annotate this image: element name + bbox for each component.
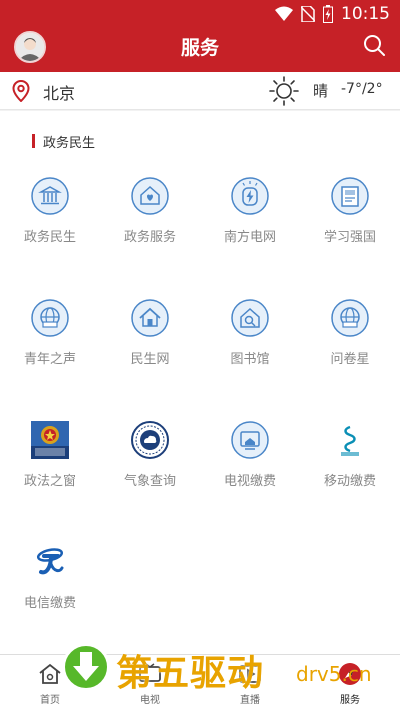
service-item-nanfang-dianwang[interactable]: 南方电网 [200,176,300,245]
service-item-qixiang-chaxun[interactable]: 气象查询 [100,420,200,489]
services-panel: 政务民生 政务民生 政务服务 南方电网 学习强国 青年之声 民生网 图书馆 问卷… [0,111,400,654]
no-sim-icon [301,6,315,22]
meteorology-logo-icon [131,421,169,459]
service-label: 电视缴费 [223,474,276,489]
nav-item-service[interactable]: 服务 [300,661,400,706]
home-icon [39,663,61,684]
section-header: 政务民生 [32,133,96,151]
service-label: 电信缴费 [23,596,76,611]
temperature-range: -7°/2° [341,81,383,97]
tv-house-icon [231,421,269,459]
service-label: 学习强国 [323,230,376,245]
service-item-zhengfa-zhichuang[interactable]: 政法之窗 [0,420,100,489]
location-pin-icon [12,80,30,102]
service-item-dianshi-jiaofei[interactable]: 电视缴费 [200,420,300,489]
library-search-icon [231,299,269,337]
service-item-zhengwu-minsheng[interactable]: 政务民生 [0,176,100,245]
nav-label: 服务 [340,695,360,706]
service-label: 图书馆 [230,352,270,367]
nav-item-tv[interactable]: 电视 [100,661,200,706]
nav-label: 首页 [40,695,60,706]
section-title: 政务民生 [43,135,96,151]
tv-icon [139,663,161,682]
globe-monitor-icon [331,299,369,337]
service-item-minsheng-wang[interactable]: 民生网 [100,298,200,367]
service-label: 移动缴费 [323,474,376,489]
service-label: 民生网 [130,352,170,367]
service-label: 政务民生 [23,230,76,245]
emblem-logo-icon [31,421,69,459]
service-label: 问卷星 [330,352,370,367]
service-item-wenjuanxing[interactable]: 问卷星 [300,298,400,367]
nav-item-home[interactable]: 首页 [0,661,100,706]
book-flag-icon [331,177,369,215]
service-item-xuexi-qiangguo[interactable]: 学习强国 [300,176,400,245]
search-icon[interactable] [362,33,386,57]
china-telecom-logo-icon [36,548,64,575]
globe-monitor-icon [31,299,69,337]
city-name[interactable]: 北京 [43,80,75,104]
clock: 10:15 [341,4,390,24]
service-item-tushuguan[interactable]: 图书馆 [200,298,300,367]
government-building-icon [31,177,69,215]
service-label: 南方电网 [223,230,276,245]
page-title: 服务 [180,37,219,59]
top-app-bar: 服务 [0,28,400,72]
sunny-icon [269,76,299,106]
status-bar: 10:15 [0,0,400,28]
bottom-nav: 首页 电视 直播 服务 [0,654,400,711]
nav-item-live[interactable]: 直播 [200,661,300,706]
compass-icon [339,663,361,685]
service-label: 青年之声 [23,352,76,367]
service-item-zhengwu-fuwu[interactable]: 政务服务 [100,176,200,245]
service-item-qingnian-zhisheng[interactable]: 青年之声 [0,298,100,367]
weather-bar[interactable]: 北京 晴 -7°/2° [0,72,400,110]
section-accent-bar [32,134,35,148]
nav-label: 电视 [140,695,160,706]
weather-condition: 晴 [313,82,329,100]
wifi-icon [275,6,293,21]
service-item-yidong-jiaofei[interactable]: 移动缴费 [300,420,400,489]
nav-label: 直播 [240,695,260,706]
home-icon [131,299,169,337]
china-mobile-logo-icon [331,421,369,459]
battery-charging-icon [323,5,333,23]
service-label: 气象查询 [123,474,176,489]
play-icon [239,665,261,683]
service-item-dianxin-jiaofei[interactable]: 电信缴费 [0,542,100,611]
service-label: 政务服务 [123,230,176,245]
power-bolt-icon [231,177,269,215]
service-label: 政法之窗 [23,474,76,489]
house-heart-icon [131,177,169,215]
